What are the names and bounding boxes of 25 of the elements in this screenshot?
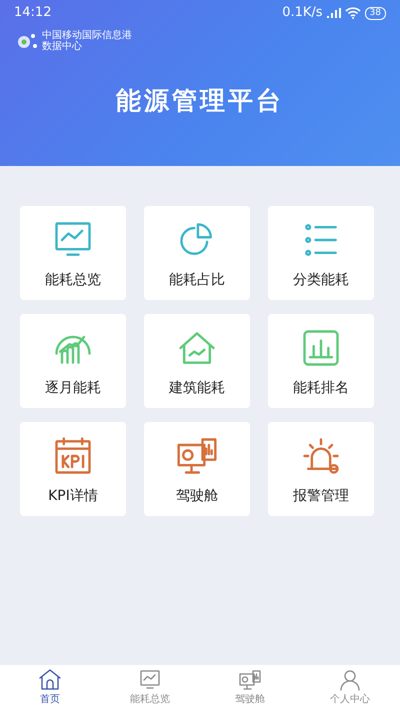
- signal-icon: [326, 8, 341, 18]
- tab-bar-item[interactable]: 首页: [0, 665, 100, 711]
- logo-text: 中国移动国际信息港: [42, 30, 132, 41]
- app-title: 能源管理平台: [115, 85, 285, 117]
- logo-text: 数据中心: [42, 41, 83, 52]
- battery-icon: 38: [364, 6, 386, 20]
- menu-tile[interactable]: 能耗总览: [20, 206, 126, 300]
- tab-bar-item[interactable]: 驾驶舱: [200, 665, 300, 711]
- menu-tile[interactable]: 能耗占比: [144, 206, 250, 300]
- menu-tile[interactable]: KPI详情: [20, 422, 126, 516]
- status-time: 14:12: [14, 4, 52, 22]
- person-icon: [338, 668, 362, 692]
- wifi-icon: [344, 7, 361, 19]
- menu-tile[interactable]: 逐月能耗: [20, 314, 126, 408]
- network-speed: 0.1K/s: [282, 4, 323, 22]
- logo-icon: [16, 32, 38, 50]
- menu-tile[interactable]: 能耗排名: [268, 314, 374, 408]
- menu-tile[interactable]: 建筑能耗: [144, 314, 250, 408]
- menu-tile[interactable]: 分类能耗: [268, 206, 374, 300]
- dashboard-icon: [238, 668, 262, 692]
- tab-bar-item[interactable]: 个人中心: [300, 665, 400, 711]
- menu-tile[interactable]: 报警管理: [268, 422, 374, 516]
- home-icon: [38, 668, 62, 692]
- tab-bar-item[interactable]: 能耗总览: [100, 665, 200, 711]
- menu-tile[interactable]: 驾驶舱: [144, 422, 250, 516]
